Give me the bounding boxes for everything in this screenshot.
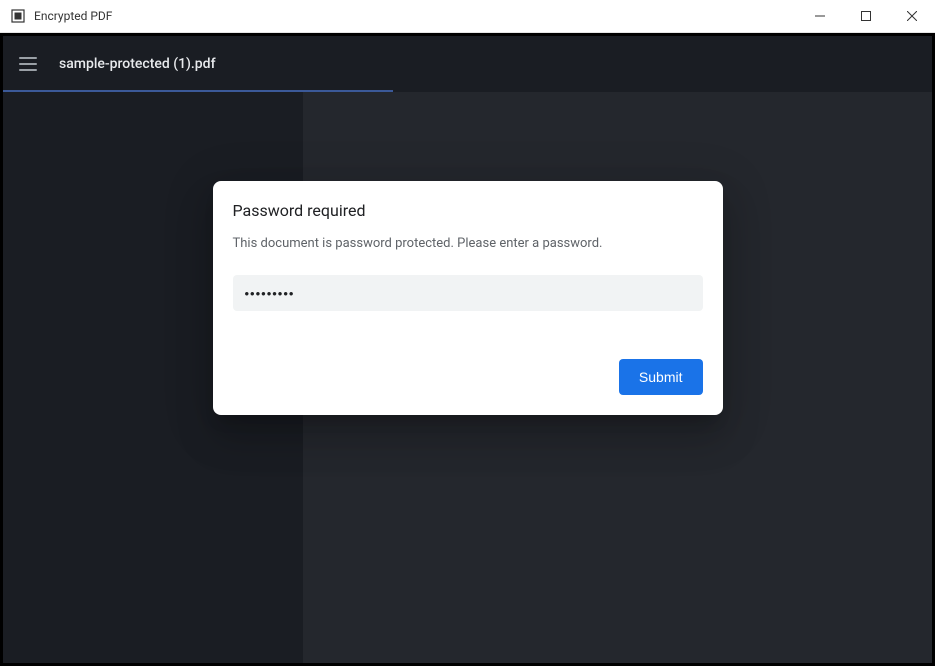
app-icon bbox=[10, 8, 26, 24]
titlebar-left: Encrypted PDF bbox=[0, 8, 112, 24]
titlebar: Encrypted PDF bbox=[0, 0, 935, 33]
window-title: Encrypted PDF bbox=[34, 9, 112, 23]
submit-button[interactable]: Submit bbox=[619, 359, 703, 395]
app-inner: sample-protected (1).pdf Password requir… bbox=[3, 36, 932, 663]
minimize-button[interactable] bbox=[797, 0, 843, 32]
maximize-icon bbox=[861, 11, 871, 21]
dialog-title: Password required bbox=[233, 201, 703, 220]
password-dialog: Password required This document is passw… bbox=[213, 181, 723, 415]
app-frame: sample-protected (1).pdf Password requir… bbox=[0, 33, 935, 666]
dialog-description: This document is password protected. Ple… bbox=[233, 236, 703, 251]
password-input[interactable] bbox=[233, 275, 703, 311]
app-window: Encrypted PDF bbox=[0, 0, 935, 666]
minimize-icon bbox=[815, 11, 825, 21]
window-controls bbox=[797, 0, 935, 32]
maximize-button[interactable] bbox=[843, 0, 889, 32]
close-button[interactable] bbox=[889, 0, 935, 32]
modal-overlay: Password required This document is passw… bbox=[3, 36, 932, 663]
dialog-footer: Submit bbox=[233, 359, 703, 395]
close-icon bbox=[907, 11, 917, 21]
